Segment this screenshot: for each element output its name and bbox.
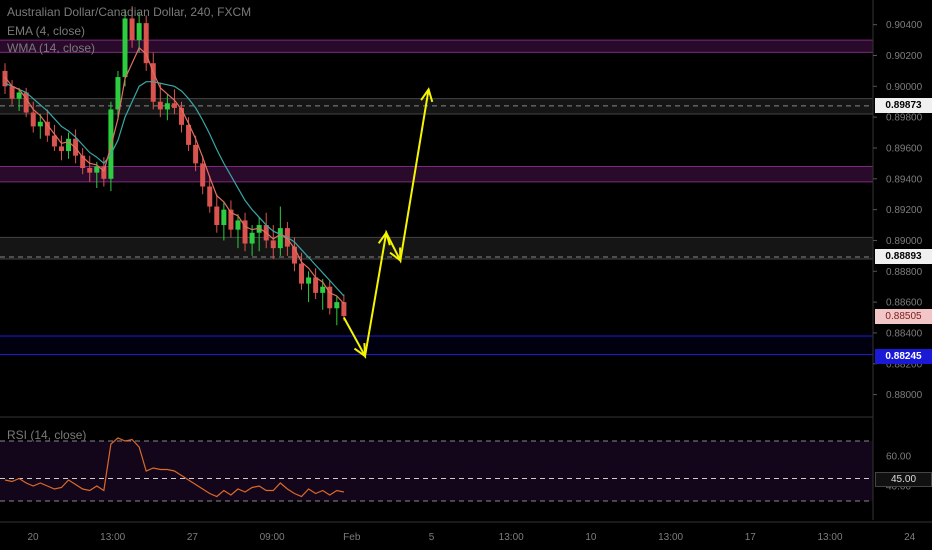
time-tick-label: 10 xyxy=(585,532,597,543)
candle-body xyxy=(94,166,100,173)
candle-body xyxy=(221,209,227,226)
time-tick-label: 5 xyxy=(429,532,435,543)
ema-legend[interactable]: EMA (4, close) xyxy=(7,24,85,38)
time-tick-label: Feb xyxy=(343,532,361,543)
candle-body xyxy=(334,302,340,309)
wma-legend[interactable]: WMA (14, close) xyxy=(7,41,95,55)
price-tick-label: 0.89800 xyxy=(886,113,923,124)
time-tick-label: 17 xyxy=(745,532,757,543)
candle-body xyxy=(122,18,128,78)
candle-body xyxy=(44,121,50,136)
rsi-tag: 45.00 xyxy=(875,471,932,487)
time-tick-label: 13:00 xyxy=(817,532,842,543)
candle-body xyxy=(101,166,107,179)
price-tick-label: 0.90400 xyxy=(886,20,923,31)
candle-body xyxy=(136,23,142,41)
candle-body xyxy=(9,86,15,99)
price-tick-label: 0.88600 xyxy=(886,298,923,309)
candle-body xyxy=(37,121,43,127)
price-tick-label: 0.89600 xyxy=(886,143,923,154)
zone-gray xyxy=(0,237,873,259)
price-tick-label: 0.89200 xyxy=(886,205,923,216)
candle-body xyxy=(270,240,276,249)
price-chart[interactable]: 0.90400 0.90200 0.90000 0.89800 0.89600 0.894… xyxy=(0,0,932,550)
price-tag: 0.88245 xyxy=(875,349,932,365)
candle-body xyxy=(115,77,121,110)
time-tick-label: 13:00 xyxy=(499,532,524,543)
candle-body xyxy=(66,138,72,152)
candle-body xyxy=(193,144,199,164)
rsi-legend[interactable]: RSI (14, close) xyxy=(7,428,86,442)
candle-body xyxy=(171,103,177,108)
zone-purple xyxy=(0,40,873,53)
zone-blue xyxy=(0,336,873,355)
candle-body xyxy=(129,18,135,41)
candle-body xyxy=(30,112,36,127)
price-tick-label: 0.88000 xyxy=(886,390,923,401)
time-tick-label: 13:00 xyxy=(100,532,125,543)
price-tick-label: 0.88800 xyxy=(886,267,923,278)
candle-body xyxy=(249,232,255,244)
candle-body xyxy=(313,277,319,293)
candle-body xyxy=(320,286,326,293)
candle-body xyxy=(58,146,64,152)
candle-body xyxy=(207,186,213,207)
candle-body xyxy=(214,206,220,226)
zone-purple xyxy=(0,166,873,182)
candle-body xyxy=(87,168,93,173)
candle-body xyxy=(341,302,347,316)
price-tick-label: 0.90200 xyxy=(886,51,923,62)
price-tick-label: 0.88400 xyxy=(886,328,923,339)
time-tick-label: 20 xyxy=(27,532,39,543)
price-tag: 0.88893 xyxy=(875,249,932,265)
price-tick-label: 0.89000 xyxy=(886,236,923,247)
price-tick-label: 0.89400 xyxy=(886,174,923,185)
symbol-title[interactable]: Australian Dollar/Canadian Dollar, 240, … xyxy=(7,5,251,19)
candle-body xyxy=(306,277,312,284)
candle-body xyxy=(235,220,241,230)
rsi-panel xyxy=(0,440,873,502)
candle-body xyxy=(164,103,170,110)
time-tick-label: 13:00 xyxy=(658,532,683,543)
time-tick-label: 27 xyxy=(187,532,199,543)
price-tick-label: 0.90000 xyxy=(886,82,923,93)
candle-body xyxy=(277,228,283,249)
price-tag: 0.89873 xyxy=(875,98,932,114)
rsi-tick-label: 60.00 xyxy=(886,452,911,463)
price-tag: 0.88505 xyxy=(875,309,932,325)
candle-body xyxy=(200,163,206,187)
candle-body xyxy=(157,101,163,110)
time-tick-label: 24 xyxy=(904,532,916,543)
rsi-band xyxy=(0,441,873,501)
candle-body xyxy=(16,92,22,99)
candle-body xyxy=(299,263,305,284)
time-tick-label: 09:00 xyxy=(260,532,285,543)
